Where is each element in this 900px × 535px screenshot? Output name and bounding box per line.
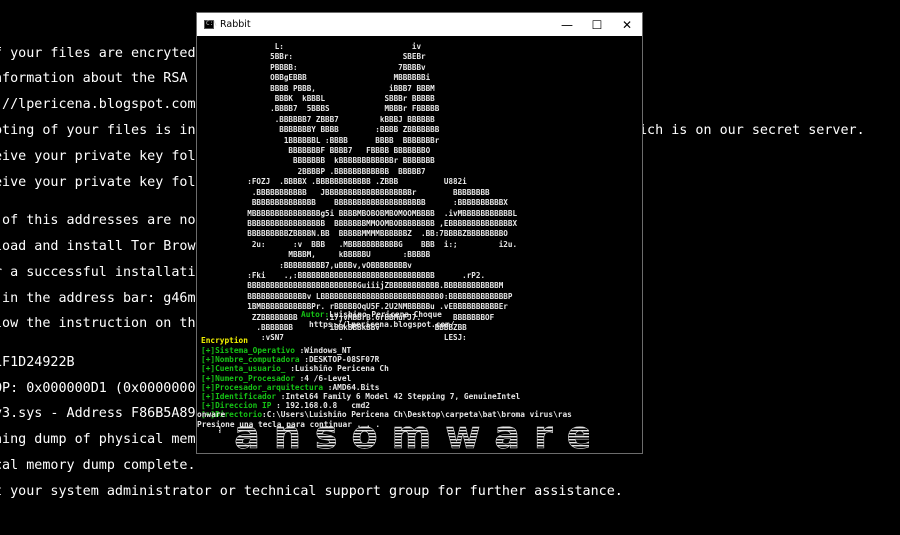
console-output[interactable]: L: iv 5BBr: SBEBr PBBBB: 7BBBBv OBBgEBBB… [197, 36, 642, 454]
info-key: [+]Sistema_Operativo [201, 346, 295, 355]
info-key: [+]Cuenta_usuario_ [201, 364, 286, 374]
background-line: //lpericena.blogspot.com/ [0, 97, 204, 112]
close-button[interactable]: ✕ [612, 13, 642, 36]
info-value: :Luishiño Pericena Ch [285, 364, 389, 374]
info-key: [+]Procesador_arquitectura [201, 382, 324, 392]
close-icon: ✕ [621, 17, 633, 32]
rabbit-console-window[interactable]: C:\ Rabbit — ☐ ✕ L: iv 5BBr: SBEBr PBBBB… [196, 12, 643, 454]
info-key: [+]Identificador [201, 392, 277, 401]
ransomware-banner: ransomware [219, 418, 589, 454]
console-app-icon: C:\ [204, 20, 217, 29]
author-name: Luishino Pericena Choque [329, 310, 442, 319]
info-key: [+]Direccion IP [201, 401, 272, 411]
background-line: 1F1D24922B [0, 355, 75, 370]
info-value: :Windows_NT [294, 346, 352, 355]
background-line: load and install Tor Browser [0, 239, 220, 254]
background-line: cal memory dump complete. [0, 458, 196, 473]
rabbit-ascii-art: L: iv 5BBr: SBEBr PBBBB: 7BBBBv OBBgEBBB… [247, 42, 518, 343]
author-url: https://lpericena.blogspot.com/ [309, 320, 455, 329]
encryption-heading: Encryption [201, 336, 248, 345]
window-title: Rabbit [220, 19, 251, 30]
info-value: :DESKTOP-08SF07R [299, 355, 380, 365]
author-label: Autor: [301, 310, 330, 319]
author-line: Autor:Luishino Pericena Choque [301, 310, 442, 320]
minimize-icon: — [561, 17, 573, 32]
minimize-button[interactable]: — [552, 13, 582, 36]
banner-text: ransomware [219, 418, 589, 454]
maximize-button[interactable]: ☐ [582, 13, 612, 36]
info-value: : 192.168.0.8 cmd2 [271, 401, 370, 411]
background-line: ning dump of physical memory [0, 432, 220, 447]
info-key: [+]Nombre_computadora [201, 355, 300, 365]
info-value: :AMD64.Bits [323, 382, 380, 392]
maximize-icon: ☐ [591, 17, 603, 32]
info-value: :Intel64 Family 6 Model 42 Stepping 7, G… [276, 392, 521, 401]
background-line: t your system administrator or technical… [0, 484, 623, 499]
info-key: [+]Numero_Procesador [201, 373, 295, 383]
title-bar[interactable]: C:\ Rabbit — ☐ ✕ [197, 13, 642, 36]
background-line: OP: 0x000000D1 (0x0000000C [0, 381, 204, 396]
info-value: :4 /6-Level [294, 373, 352, 383]
